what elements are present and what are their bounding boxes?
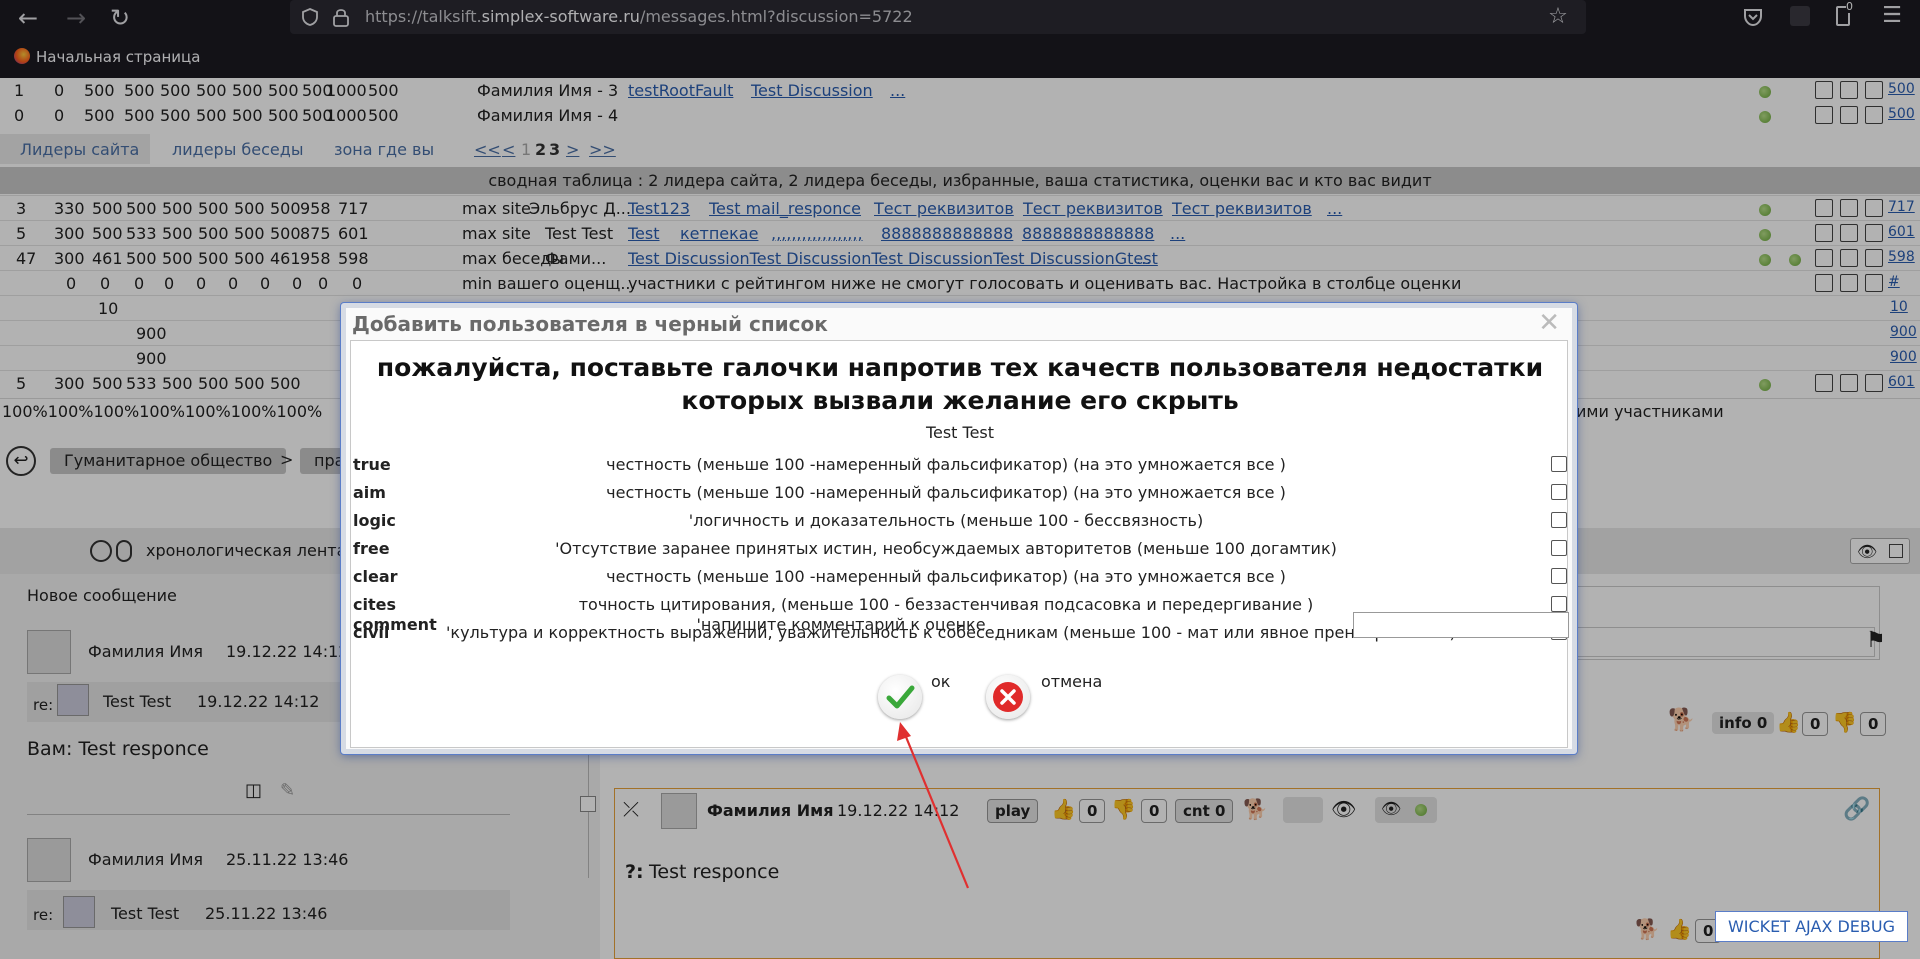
cancel-label[interactable]: отмена <box>1041 672 1102 691</box>
quality-checkbox[interactable] <box>1551 568 1567 584</box>
quality-description: честность (меньше 100 -намеренный фальси… <box>606 567 1286 586</box>
quality-checkbox[interactable] <box>1551 484 1567 500</box>
quality-key: aim <box>353 483 386 502</box>
dialog-title: Добавить пользователя в черный список <box>352 312 828 336</box>
quality-checkbox[interactable] <box>1551 596 1567 612</box>
quality-description: 'логичность и доказательность (меньше 10… <box>688 511 1204 530</box>
quality-checkbox[interactable] <box>1551 512 1567 528</box>
quality-row: logic 'логичность и доказательность (мень… <box>351 509 1569 533</box>
comment-input[interactable] <box>1353 612 1569 638</box>
quality-row: clear честность (меньше 100 -намеренный ф… <box>351 565 1569 589</box>
quality-description: точность цитирования, (меньше 100 - безз… <box>578 595 1314 614</box>
blacklist-dialog: Добавить пользователя в черный список ✕ … <box>341 303 1577 754</box>
quality-description: честность (меньше 100 -намеренный фальси… <box>606 483 1286 502</box>
quality-description: 'Отсутствие заранее принятых истин, необ… <box>555 539 1337 558</box>
close-icon[interactable]: ✕ <box>1538 310 1560 336</box>
comment-desc: 'напишите комментарий к оценке <box>696 615 986 634</box>
quality-description: честность (меньше 100 -намеренный фальси… <box>606 455 1286 474</box>
quality-key: cites <box>353 595 396 614</box>
cancel-button[interactable] <box>986 675 1030 719</box>
checkmark-icon <box>886 685 915 709</box>
comment-key: comment <box>353 615 437 634</box>
cross-icon <box>993 682 1023 712</box>
quality-checkbox[interactable] <box>1551 540 1567 556</box>
dialog-body: пожалуйста, поставьте галочки напротив т… <box>350 340 1569 748</box>
quality-key: true <box>353 455 391 474</box>
ok-label[interactable]: ок <box>931 672 950 691</box>
dialog-user: Test Test <box>925 423 995 442</box>
quality-key: free <box>353 539 390 558</box>
quality-key: logic <box>353 511 396 530</box>
quality-checkbox[interactable] <box>1551 456 1567 472</box>
quality-row: aim честность (меньше 100 -намеренный фал… <box>351 481 1569 505</box>
dialog-heading: пожалуйста, поставьте галочки напротив т… <box>376 353 1544 415</box>
quality-row: true честность (меньше 100 -намеренный фа… <box>351 453 1569 477</box>
quality-key: clear <box>353 567 398 586</box>
quality-row: free 'Отсутствие заранее принятых истин, … <box>351 537 1569 561</box>
ok-button[interactable] <box>878 675 922 719</box>
wicket-debug-button[interactable]: WICKET AJAX DEBUG <box>1714 911 1908 942</box>
